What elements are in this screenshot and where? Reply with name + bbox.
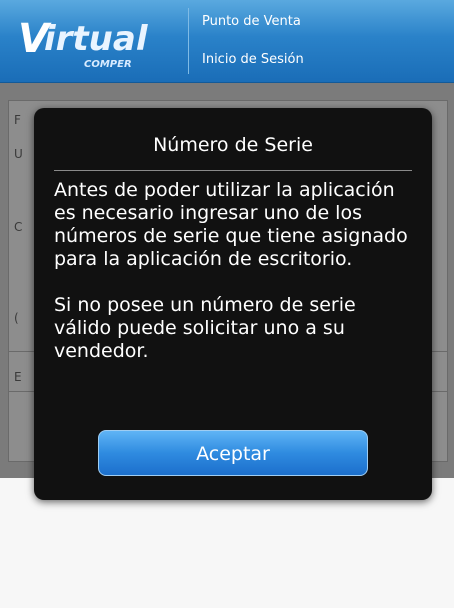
background-label: E (14, 370, 22, 384)
header-screen-name: Inicio de Sesión (202, 52, 304, 67)
background-label: F (14, 113, 21, 127)
dialog-paragraph-1: Antes de poder utilizar la aplicación es… (54, 179, 408, 270)
dialog-divider (54, 170, 412, 171)
app-header: V irtual COMPER Punto de Venta Inicio de… (0, 0, 454, 83)
serial-number-dialog: Número de Serie Antes de poder utilizar … (34, 108, 432, 500)
header-divider (188, 8, 189, 74)
background-label: ( (14, 311, 19, 325)
background-label: C (14, 220, 23, 234)
header-subtitle: Punto de Venta (202, 14, 301, 29)
svg-text:COMPER: COMPER (84, 59, 132, 70)
svg-text:irtual: irtual (44, 19, 149, 59)
dialog-title: Número de Serie (153, 134, 313, 156)
virtual-comper-logo: V irtual COMPER (14, 10, 174, 74)
dialog-paragraph-2: Si no posee un número de serie válido pu… (54, 294, 356, 362)
accept-button[interactable]: Aceptar (98, 430, 368, 476)
background-label: U (14, 147, 23, 161)
dialog-message: Antes de poder utilizar la aplicación es… (54, 179, 418, 363)
